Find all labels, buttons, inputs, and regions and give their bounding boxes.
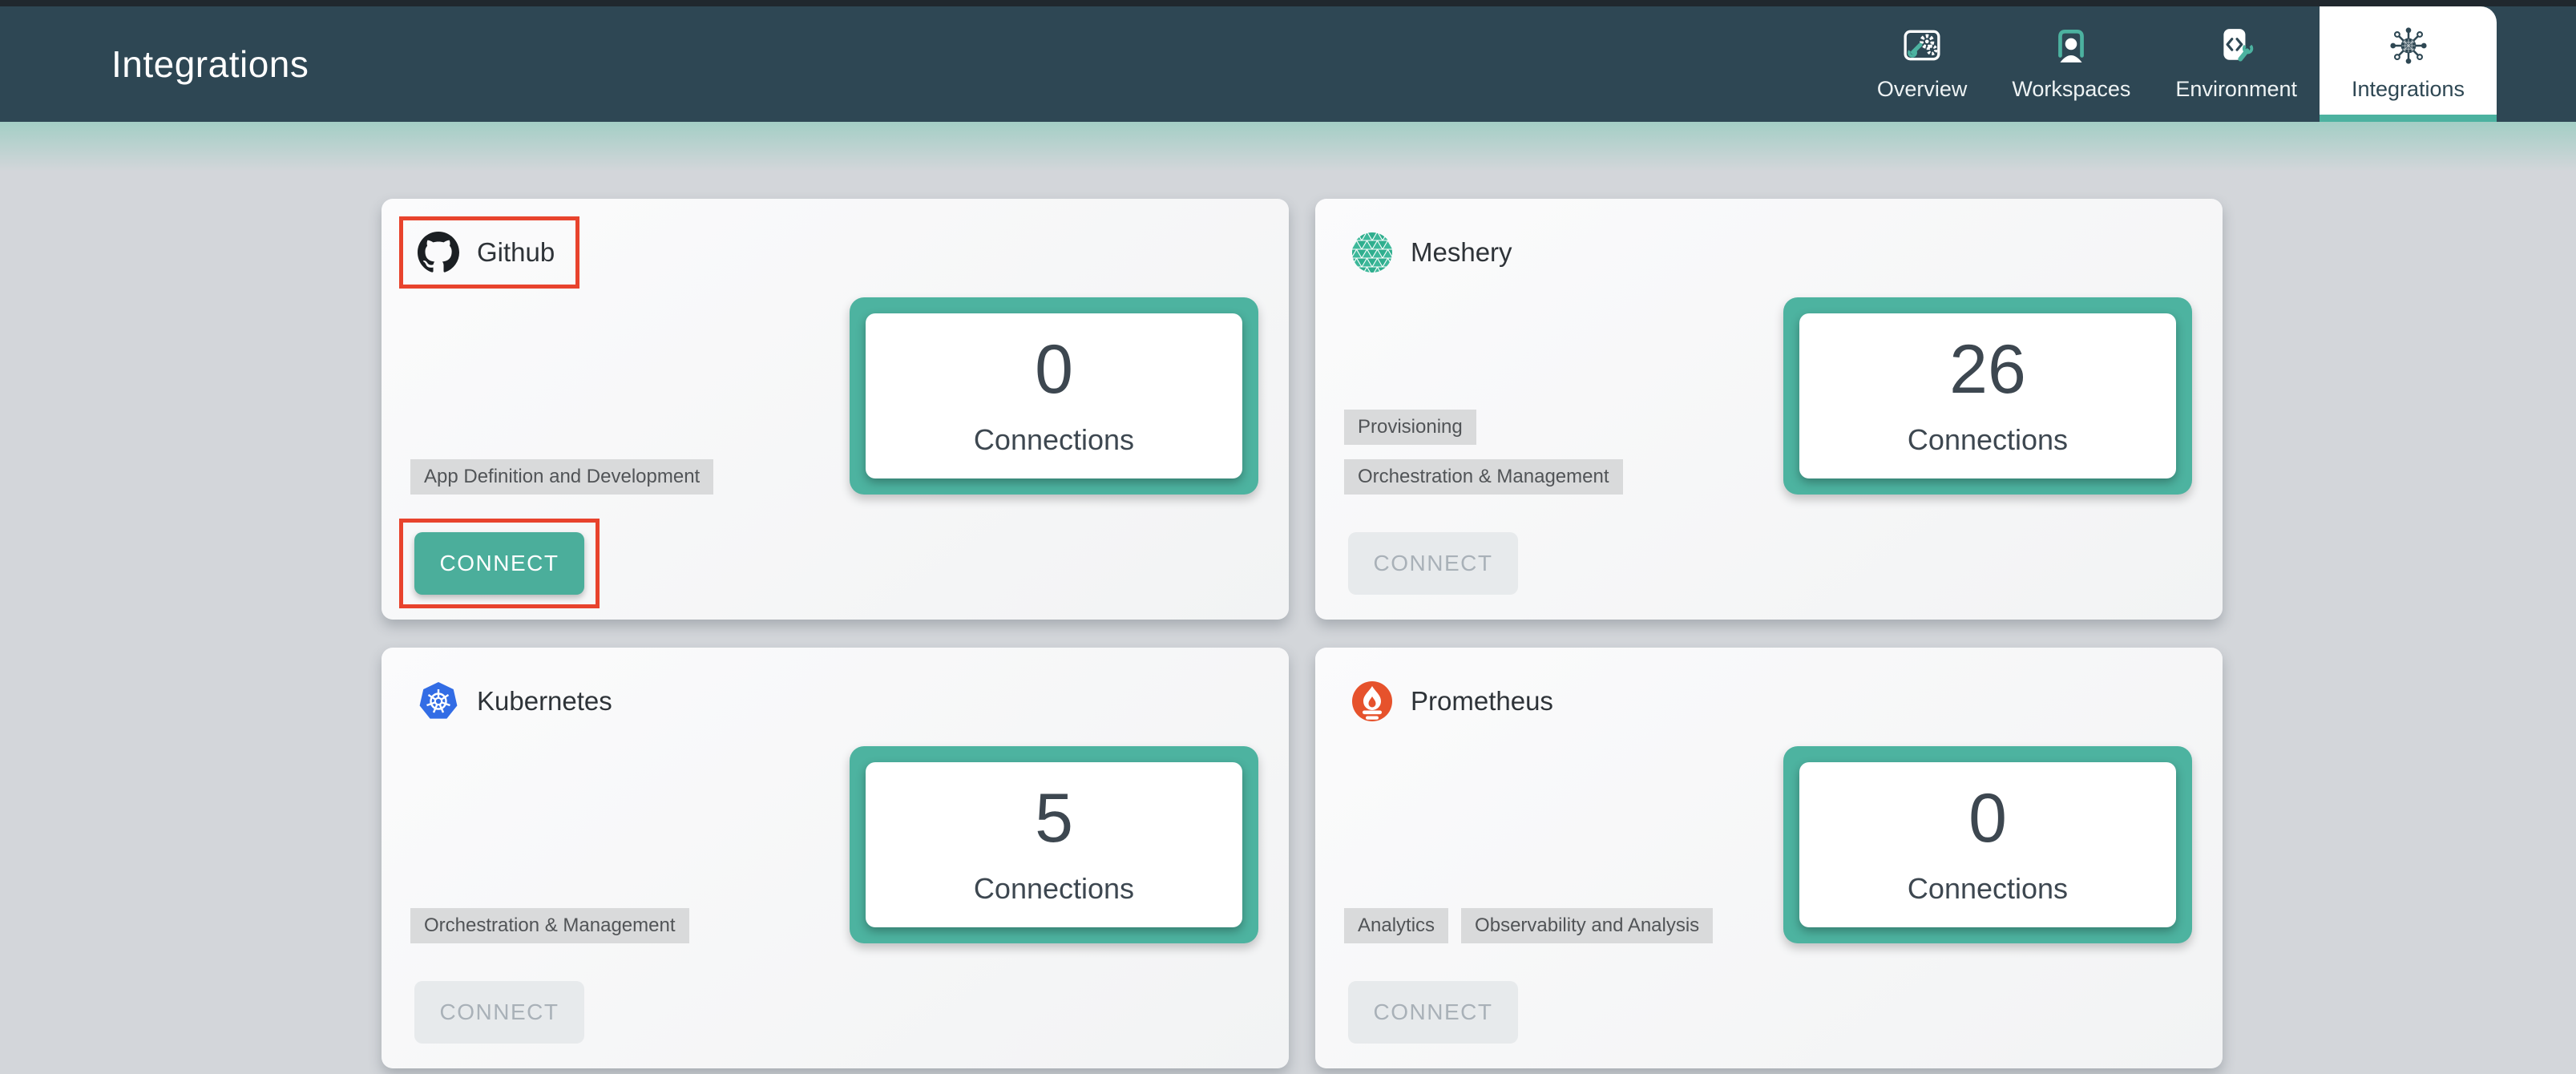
connections-box: 5 Connections [850,746,1258,943]
integration-name: Kubernetes [477,686,612,717]
app-header: Integrations Overview [0,6,2576,122]
nav-item-overview[interactable]: Overview [1855,6,1990,122]
connections-label: Connections [1908,423,2068,457]
card-header: Kubernetes [399,665,637,737]
nav-label-integrations: Integrations [2352,77,2465,102]
category-badges: Orchestration & Management [410,908,689,943]
connections-count: 0 [1035,335,1073,404]
nav-item-workspaces[interactable]: Workspaces [1989,6,2153,122]
connections-inner: 26 Connections [1799,313,2176,478]
github-icon [418,232,459,273]
connections-label: Connections [974,872,1134,906]
connect-button[interactable]: CONNECT [414,532,584,595]
connections-box: 0 Connections [850,297,1258,495]
connections-inner: 0 Connections [1799,762,2176,927]
connections-inner: 0 Connections [866,313,1242,478]
environment-icon [2216,26,2256,66]
overview-icon [1902,26,1942,66]
category-badge: Provisioning [1344,410,1476,445]
connect-button-area: CONNECT [1333,519,1533,608]
card-header: Prometheus [1333,665,1578,737]
page-title: Integrations [111,42,309,86]
category-badges: App Definition and Development [410,459,713,495]
connect-button: CONNECT [1348,981,1518,1044]
nav-item-integrations-active-tab[interactable]: Integrations [2320,6,2497,122]
window-top-strip [0,0,2576,6]
category-badge: Analytics [1344,908,1448,943]
connections-label: Connections [974,423,1134,457]
connections-count: 26 [1949,335,2026,404]
connect-button-area: CONNECT [399,967,600,1057]
integration-card-github: Github App Definition and Development 0 … [382,199,1289,620]
connect-button: CONNECT [414,981,584,1044]
main-nav: Overview Workspaces [1855,6,2497,122]
connections-box: 26 Connections [1783,297,2192,495]
annotation-box-github-header: Github [399,216,579,289]
integrations-icon [2388,26,2429,66]
integration-name: Github [477,237,555,268]
category-badge: Observability and Analysis [1461,908,1713,943]
category-badge: Orchestration & Management [410,908,689,943]
connections-label: Connections [1908,872,2068,906]
integration-card-prometheus: Prometheus Analytics Observability and A… [1315,648,2223,1068]
prometheus-icon [1351,680,1393,722]
integration-name: Meshery [1411,237,1512,268]
category-badges: Analytics Observability and Analysis [1344,908,1713,943]
connect-button: CONNECT [1348,532,1518,595]
nav-label-environment: Environment [2175,77,2297,102]
annotation-box-connect-button: CONNECT [399,519,600,608]
connections-count: 0 [1968,784,2007,853]
integrations-grid: Github App Definition and Development 0 … [382,199,2223,1068]
integration-card-meshery: Meshery Provisioning Orchestration & Man… [1315,199,2223,620]
nav-item-environment[interactable]: Environment [2153,6,2320,122]
integration-card-kubernetes: Kubernetes Orchestration & Management 5 … [382,648,1289,1068]
workspaces-icon [2051,26,2091,66]
meshery-icon [1351,232,1393,273]
nav-label-workspaces: Workspaces [2012,77,2130,102]
connections-box: 0 Connections [1783,746,2192,943]
integration-name: Prometheus [1411,686,1553,717]
category-badge: App Definition and Development [410,459,713,495]
category-badges: Provisioning Orchestration & Management [1344,410,1623,495]
connect-button-area: CONNECT [1333,967,1533,1057]
nav-label-overview: Overview [1877,77,1968,102]
card-header: Meshery [1333,216,1537,289]
connections-inner: 5 Connections [866,762,1242,927]
header-gradient [0,122,2576,172]
category-badge: Orchestration & Management [1344,459,1623,495]
connections-count: 5 [1035,784,1073,853]
kubernetes-icon [418,680,459,722]
